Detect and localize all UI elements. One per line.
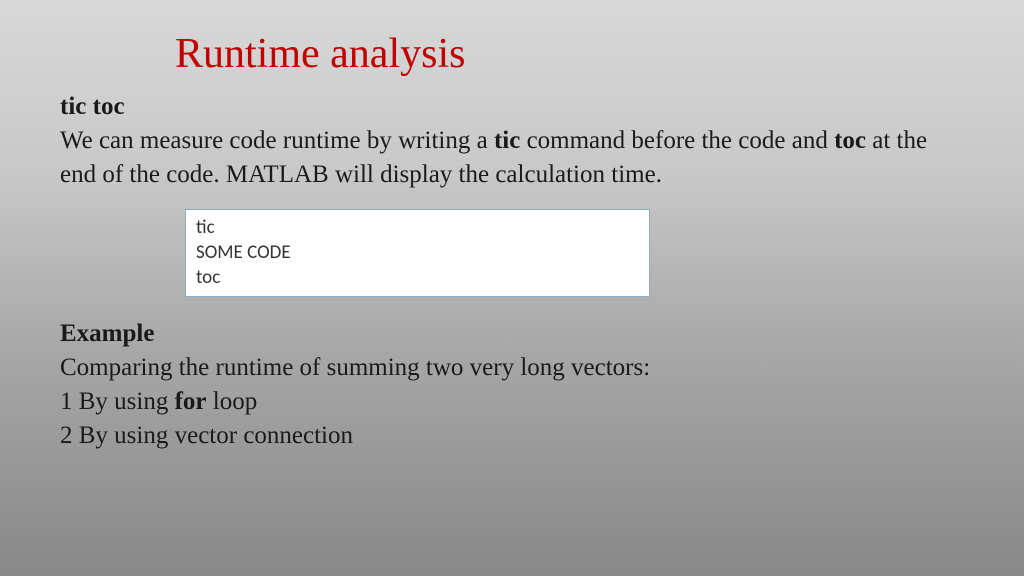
tic-keyword: tic bbox=[494, 127, 520, 154]
example-item-1: 1 By using for loop bbox=[60, 385, 964, 419]
intro-paragraph: tic toc We can measure code runtime by w… bbox=[60, 90, 964, 191]
example-block: Example Comparing the runtime of summing… bbox=[60, 317, 964, 452]
body-text-1: We can measure code runtime by writing a bbox=[60, 127, 494, 154]
example-item-2: 2 By using vector connection bbox=[60, 419, 964, 453]
code-line-1: tic bbox=[196, 216, 639, 241]
code-line-3: toc bbox=[196, 266, 639, 291]
code-box: tic SOME CODE toc bbox=[185, 209, 650, 297]
slide-title: Runtime analysis bbox=[175, 30, 964, 78]
item1-suffix: loop bbox=[207, 388, 258, 415]
body-text-2: command before the code and bbox=[520, 127, 834, 154]
for-keyword: for bbox=[175, 388, 207, 415]
item1-prefix: 1 By using bbox=[60, 388, 175, 415]
toc-keyword: toc bbox=[834, 127, 866, 154]
slide-content: tic toc We can measure code runtime by w… bbox=[60, 90, 964, 452]
example-desc: Comparing the runtime of summing two ver… bbox=[60, 351, 964, 385]
example-heading: Example bbox=[60, 317, 964, 351]
slide-container: Runtime analysis tic toc We can measure … bbox=[0, 0, 1024, 576]
code-line-2: SOME CODE bbox=[196, 241, 639, 266]
section-heading: tic toc bbox=[60, 93, 125, 120]
